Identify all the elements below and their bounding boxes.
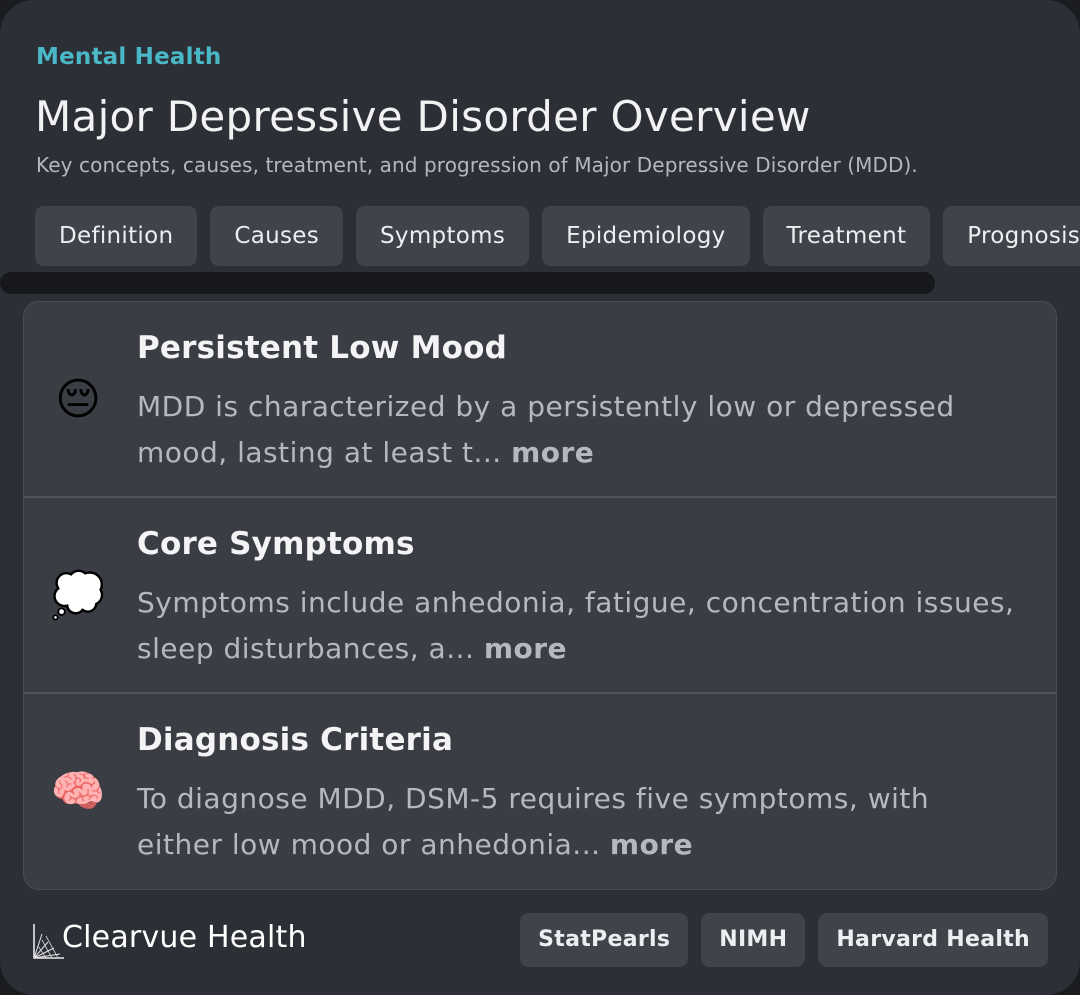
source-links: StatPearls NIMH Harvard Health [520,913,1048,967]
source-nimh[interactable]: NIMH [701,913,806,967]
item-description-text: To diagnose MDD, DSM-5 requires five sym… [137,782,930,861]
list-item[interactable]: 💭 Core Symptoms Symptoms include anhedon… [24,498,1056,694]
more-link[interactable]: more [610,828,693,861]
brand-logo: Clearvue Health [32,912,307,962]
item-title: Core Symptoms [137,526,415,562]
category-label: Mental Health [36,44,222,70]
thought-bubble-icon: 💭 [50,570,106,621]
item-title: Diagnosis Criteria [137,722,454,758]
pensive-face-icon: 😔 [55,374,101,425]
topic-tabs: Definition Causes Symptoms Epidemiology … [35,206,1080,266]
source-statpearls[interactable]: StatPearls [520,913,689,967]
list-item[interactable]: 🧠 Diagnosis Criteria To diagnose MDD, DS… [24,694,1056,889]
item-description-text: Symptoms include anhedonia, fatigue, con… [137,586,1015,665]
tabs-scrollbar-thumb[interactable] [0,272,935,294]
tab-definition[interactable]: Definition [35,206,198,266]
item-description: Symptoms include anhedonia, fatigue, con… [137,580,1017,672]
brain-icon: 🧠 [50,766,106,817]
tab-causes[interactable]: Causes [210,206,344,266]
overview-card: Mental Health Major Depressive Disorder … [0,0,1080,995]
tab-treatment[interactable]: Treatment [762,206,931,266]
brand-mark-icon [33,924,64,959]
page-subtitle: Key concepts, causes, treatment, and pro… [36,153,918,177]
tab-symptoms[interactable]: Symptoms [356,206,530,266]
more-link[interactable]: more [484,632,567,665]
list-item[interactable]: 😔 Persistent Low Mood MDD is characteriz… [24,302,1056,498]
item-description: MDD is characterized by a persistently l… [137,384,1017,476]
item-title: Persistent Low Mood [137,330,508,366]
page-title: Major Depressive Disorder Overview [35,92,811,141]
brand-name: Clearvue Health [62,919,307,955]
tab-prognosis[interactable]: Prognosis [943,206,1080,266]
info-list: 😔 Persistent Low Mood MDD is characteriz… [23,301,1057,890]
tab-epidemiology[interactable]: Epidemiology [542,206,750,266]
more-link[interactable]: more [511,436,594,469]
tabs-scrollbar[interactable] [0,270,1080,296]
source-harvard-health[interactable]: Harvard Health [818,913,1048,967]
item-description: To diagnose MDD, DSM-5 requires five sym… [137,776,1017,868]
